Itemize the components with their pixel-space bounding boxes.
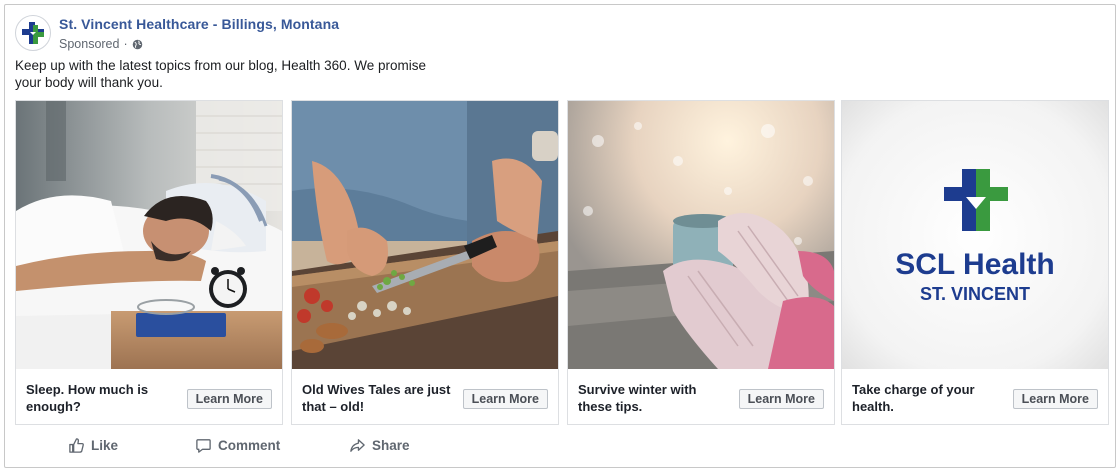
card-footer: Old Wives Tales are just that – old! Lea… [292, 369, 558, 424]
globe-icon[interactable] [132, 39, 143, 50]
card-footer: Sleep. How much is enough? Learn More [16, 369, 282, 424]
meta-separator: · [123, 37, 128, 51]
comment-label: Comment [218, 438, 281, 453]
carousel: Sleep. How much is enough? Learn More Ol… [15, 100, 1109, 425]
learn-more-button[interactable]: Learn More [738, 389, 824, 409]
card-footer: Survive winter with these tips. Learn Mo… [568, 369, 834, 424]
card-title[interactable]: Take charge of your health. [852, 381, 1002, 415]
share-button[interactable]: Share [349, 437, 410, 454]
sponsored-post: St. Vincent Healthcare - Billings, Monta… [4, 4, 1116, 468]
man-sleeping-photo[interactable] [16, 101, 282, 369]
card-footer: Take charge of your health. Learn More [842, 369, 1108, 424]
post-meta: Sponsored · [59, 37, 339, 51]
comment-icon [196, 439, 211, 453]
share-icon [350, 439, 365, 452]
carousel-card-1[interactable]: Sleep. How much is enough? Learn More [15, 100, 283, 425]
learn-more-button[interactable]: Learn More [1012, 389, 1098, 409]
carousel-card-2[interactable]: Old Wives Tales are just that – old! Lea… [291, 100, 559, 425]
learn-more-button[interactable]: Learn More [462, 389, 548, 409]
comment-button[interactable]: Comment [195, 437, 280, 454]
hands-holding-mug-photo[interactable] [568, 101, 834, 369]
scl-cross-logo-icon [22, 22, 44, 44]
chopping-vegetables-photo[interactable] [292, 101, 558, 369]
like-button[interactable]: Like [68, 437, 118, 454]
post-header: St. Vincent Healthcare - Billings, Monta… [15, 15, 339, 55]
post-body-text: Keep up with the latest topics from our … [15, 58, 426, 90]
page-avatar[interactable] [15, 15, 51, 51]
sponsored-label[interactable]: Sponsored [59, 37, 119, 51]
svg-text:SCL Health: SCL Health [895, 248, 1054, 281]
thumbs-up-icon [69, 438, 84, 453]
like-label: Like [91, 438, 119, 453]
svg-text:ST. VINCENT: ST. VINCENT [920, 284, 1030, 304]
learn-more-button[interactable]: Learn More [186, 389, 272, 409]
card-title[interactable]: Survive winter with these tips. [578, 381, 728, 415]
share-label: Share [372, 438, 410, 453]
card-title[interactable]: Old Wives Tales are just that – old! [302, 381, 452, 415]
carousel-card-3[interactable]: Survive winter with these tips. Learn Mo… [567, 100, 835, 425]
page-name-link[interactable]: St. Vincent Healthcare - Billings, Monta… [59, 16, 339, 32]
post-actions-bar: Like Comment Share [15, 431, 1107, 461]
carousel-card-4[interactable]: SCL Health ST. VINCENT Take charge of yo… [841, 100, 1109, 425]
card-title[interactable]: Sleep. How much is enough? [26, 381, 176, 415]
scl-health-logo[interactable]: SCL Health ST. VINCENT [842, 101, 1108, 369]
